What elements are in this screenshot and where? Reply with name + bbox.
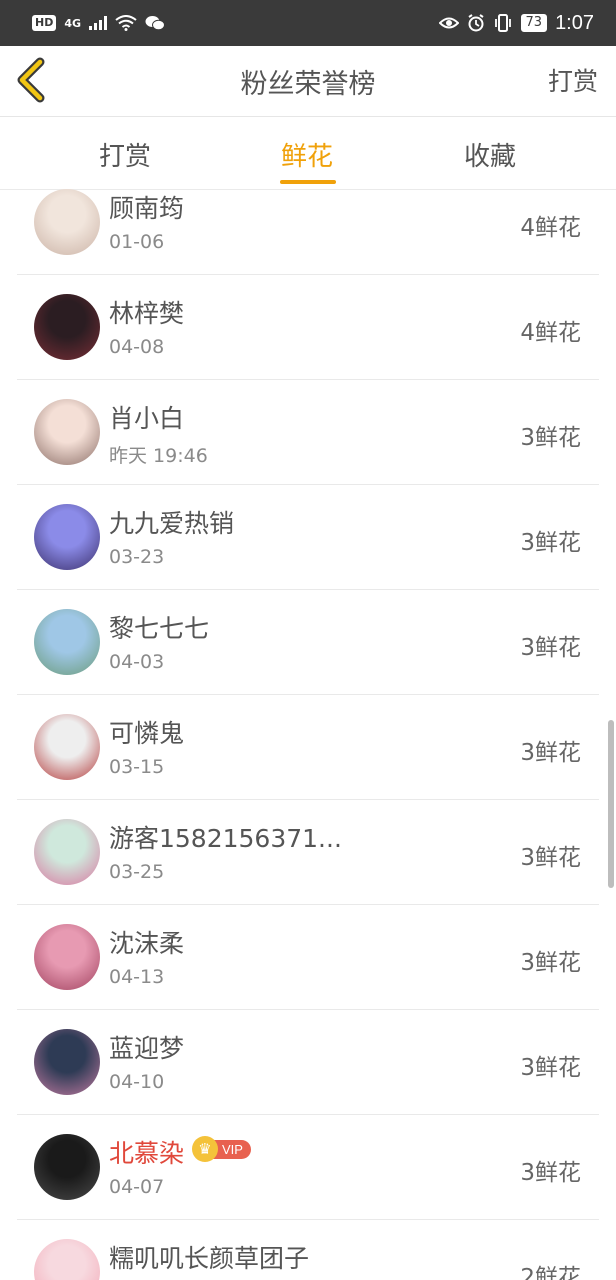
gift-date: 01-06 — [109, 231, 165, 253]
status-right: 73 1:07 — [438, 11, 594, 35]
flower-count: 3鲜花 — [520, 425, 581, 451]
list-item[interactable]: 糯叽叽长颜草团子03-222鲜花 — [17, 1220, 599, 1280]
network-label: 4G — [64, 16, 82, 30]
avatar[interactable] — [34, 819, 100, 885]
signal-icon — [89, 16, 108, 30]
list-item[interactable]: 北慕染 ♛ VIP 04-07 3鲜花 — [17, 1115, 599, 1220]
list-item[interactable]: 黎七七七 04-03 3鲜花 — [17, 590, 599, 695]
list-item[interactable]: 肖小白昨天 19:46 3鲜花 — [17, 380, 599, 485]
status-left: HD 4G — [32, 15, 166, 31]
user-name: 沈沫柔 — [109, 929, 185, 958]
gift-date: 03-15 — [109, 756, 165, 778]
user-name: 林梓樊 — [109, 299, 185, 328]
gift-date: 03-25 — [109, 861, 165, 883]
flower-count: 3鲜花 — [520, 740, 581, 766]
flower-count: 3鲜花 — [520, 1055, 581, 1081]
fan-list: 顾南筠 01-06 4鲜花 林梓樊 04-08 4鲜花 肖小白 昨天 19:46 3鲜花 九九爱热… — [0, 170, 616, 1280]
flower-count: 3鲜花 — [520, 950, 581, 976]
list-item[interactable]: 沈沫柔 04-13 3鲜花 — [17, 905, 599, 1010]
avatar[interactable] — [34, 189, 100, 255]
hd-icon: HD — [32, 15, 57, 31]
avatar[interactable] — [34, 714, 100, 780]
flower-count: 3鲜花 — [520, 530, 581, 556]
battery-icon: 73 — [520, 14, 548, 32]
flower-count: 4鲜花 — [520, 320, 581, 346]
avatar[interactable] — [34, 609, 100, 675]
gift-date: 04-13 — [109, 966, 165, 988]
user-name: 糯叽叽长颜草团子 — [109, 1244, 310, 1273]
wechat-icon — [145, 16, 166, 31]
page: HD 4G 73 1:07 粉丝荣誉榜 打赏 打赏 鲜花 收藏 顾南筠 01-0… — [0, 0, 616, 1280]
tab-reward[interactable]: 打赏 — [99, 136, 151, 173]
alarm-icon — [467, 14, 484, 32]
avatar[interactable] — [34, 924, 100, 990]
avatar[interactable] — [34, 504, 100, 570]
user-name: 顾南筠 — [109, 194, 185, 223]
avatar[interactable] — [34, 1029, 100, 1095]
user-name: 北慕染 — [109, 1139, 185, 1168]
crown-icon: ♛ — [192, 1136, 218, 1162]
avatar[interactable] — [34, 1134, 100, 1200]
tab-favorites[interactable]: 收藏 — [464, 136, 516, 173]
reward-action-button[interactable]: 打赏 — [548, 62, 598, 98]
avatar[interactable] — [34, 294, 100, 360]
flower-count: 3鲜花 — [520, 635, 581, 661]
gift-date: 04-08 — [109, 336, 165, 358]
scrollbar[interactable] — [608, 720, 614, 888]
flower-count: 3鲜花 — [520, 845, 581, 871]
gift-date: 04-10 — [109, 1071, 165, 1093]
gift-date: 04-03 — [109, 651, 165, 673]
flower-count: 2鲜花 — [520, 1265, 581, 1280]
title-bar: 粉丝荣誉榜 打赏 — [0, 46, 616, 117]
list-item[interactable]: 顾南筠 01-06 4鲜花 — [17, 170, 599, 275]
user-name: 可憐鬼 — [109, 719, 185, 748]
user-name: 肖小白 — [109, 404, 185, 433]
wifi-icon — [115, 15, 137, 31]
list-item[interactable]: 九九爱热销 03-23 3鲜花 — [17, 485, 599, 590]
status-time: 1:07 — [555, 11, 594, 34]
user-name: 游客1582156371... — [109, 824, 342, 853]
gift-date: 04-07 — [109, 1176, 165, 1198]
tab-flowers[interactable]: 鲜花 — [281, 136, 333, 173]
user-name: 九九爱热销 — [109, 509, 235, 538]
list-item[interactable]: 蓝迎梦 04-10 3鲜花 — [17, 1010, 599, 1115]
avatar[interactable] — [34, 1239, 100, 1280]
gift-date: 昨天 19:46 — [109, 445, 208, 467]
vip-badge: ♛ VIP — [192, 1136, 251, 1162]
status-bar: HD 4G 73 1:07 — [0, 0, 616, 46]
list-item[interactable]: 游客1582156371... 03-25 3鲜花 — [17, 800, 599, 905]
list-item[interactable]: 可憐鬼 03-15 3鲜花 — [17, 695, 599, 800]
user-name: 蓝迎梦 — [109, 1034, 185, 1063]
gift-date: 03-23 — [109, 546, 165, 568]
page-title: 粉丝荣誉榜 — [240, 69, 376, 100]
user-name: 黎七七七 — [109, 614, 210, 643]
vibrate-icon — [494, 14, 511, 32]
list-item[interactable]: 林梓樊 04-08 4鲜花 — [17, 275, 599, 380]
avatar[interactable] — [34, 399, 100, 465]
flower-count: 3鲜花 — [520, 1160, 581, 1186]
eye-icon — [438, 17, 459, 29]
flower-count: 4鲜花 — [520, 215, 581, 241]
